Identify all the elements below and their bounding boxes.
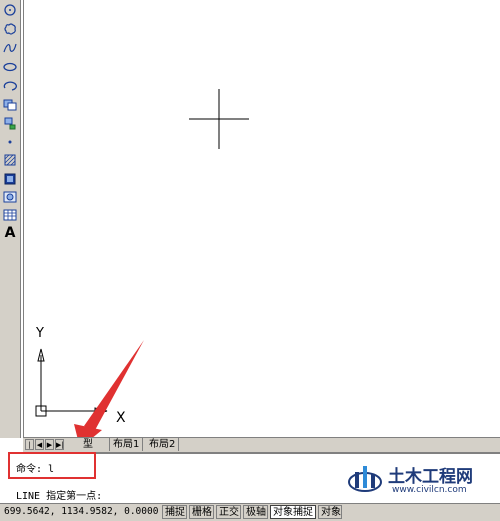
last-tab-button[interactable]: ▶| (55, 439, 64, 450)
make-block-icon[interactable] (2, 115, 18, 131)
first-tab-button[interactable]: |◀ (25, 439, 34, 460)
status-bar: 699.5642, 1134.9582, 0.0000 捕捉 栅格 正交 极轴 … (0, 503, 500, 521)
annotation-arrow (74, 340, 144, 437)
revcloud-icon[interactable] (2, 21, 18, 37)
watermark-title: 土木工程网 (388, 467, 473, 487)
drawing-canvas[interactable]: Y X (23, 0, 500, 437)
gradient-icon[interactable] (2, 171, 18, 187)
multiline-text-icon[interactable]: A (2, 225, 18, 241)
circle-icon[interactable] (2, 2, 18, 18)
hatch-icon[interactable] (2, 152, 18, 168)
osnap-toggle[interactable]: 对象捕捉 (270, 505, 316, 519)
ortho-toggle[interactable]: 正交 (216, 505, 241, 519)
otrack-toggle[interactable]: 对象 (318, 505, 342, 519)
command-highlight-box (8, 452, 96, 479)
table-icon[interactable] (2, 207, 18, 223)
grid-toggle[interactable]: 栅格 (189, 505, 214, 519)
tab-layout2[interactable]: 布局2 (146, 438, 180, 451)
polar-toggle[interactable]: 极轴 (243, 505, 268, 519)
ucs-x-label: X (116, 410, 126, 426)
prev-tab-button[interactable]: ◀ (35, 439, 44, 450)
civilcn-logo-icon (348, 466, 382, 492)
next-tab-button[interactable]: ▶ (45, 439, 54, 450)
tab-model[interactable]: 型 (83, 438, 103, 451)
snap-toggle[interactable]: 捕捉 (162, 505, 187, 519)
spline-icon[interactable] (2, 40, 18, 56)
draw-toolbar: A (0, 0, 21, 438)
coordinate-readout: 699.5642, 1134.9582, 0.0000 (4, 506, 159, 517)
region-icon[interactable] (2, 189, 18, 205)
command-prompt-line[interactable]: LINE 指定第一点: (16, 487, 102, 502)
insert-block-icon[interactable] (2, 96, 18, 112)
watermark-url: www.civilcn.com (392, 485, 467, 495)
ellipse-arc-icon[interactable] (2, 78, 18, 94)
ellipse-icon[interactable] (2, 59, 18, 75)
ucs-icon (35, 348, 108, 417)
ucs-y-label: Y (36, 326, 44, 341)
crosshair-cursor (189, 89, 249, 149)
point-icon[interactable] (2, 134, 18, 150)
tab-layout1[interactable]: 布局1 (109, 438, 144, 451)
layout-tab-strip: |◀ ◀ ▶ ▶| 型 布局1 布局2 (23, 437, 500, 460)
site-watermark: 土木工程网 www.civilcn.com (344, 458, 500, 503)
